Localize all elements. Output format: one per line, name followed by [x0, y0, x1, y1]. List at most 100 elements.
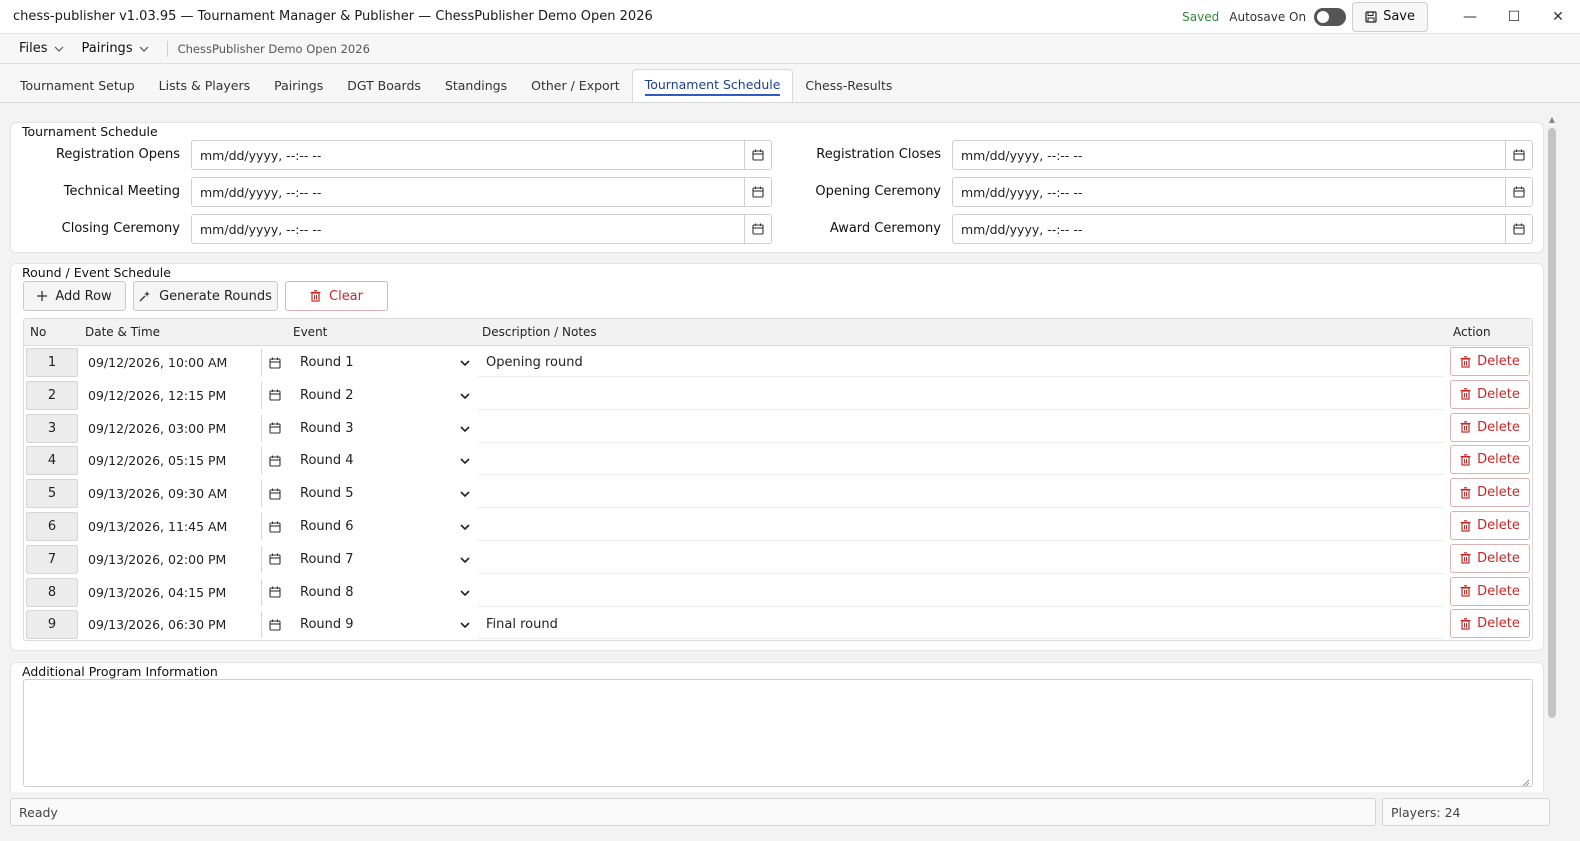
row-event-select[interactable]: Round 7: [290, 545, 476, 574]
tab-other-export[interactable]: Other / Export: [519, 69, 632, 102]
row-event-select[interactable]: Round 1: [290, 348, 476, 377]
save-icon: [1365, 10, 1377, 23]
row-datetime-input[interactable]: 09/13/2026, 06:30 PM: [80, 610, 288, 639]
row-description-input[interactable]: Opening round: [478, 348, 1444, 377]
calendar-icon[interactable]: [261, 545, 288, 573]
row-description-input[interactable]: [478, 578, 1444, 607]
save-button[interactable]: Save: [1352, 1, 1428, 32]
generate-rounds-button[interactable]: Generate Rounds: [133, 281, 278, 311]
row-datetime-value: 09/13/2026, 02:00 PM: [88, 551, 227, 567]
calendar-icon[interactable]: [261, 414, 288, 442]
row-datetime-input[interactable]: 09/12/2026, 03:00 PM: [80, 414, 288, 443]
clear-button[interactable]: Clear: [285, 281, 388, 311]
tab-chess-results[interactable]: Chess-Results: [793, 69, 904, 102]
row-description-input[interactable]: [478, 545, 1444, 574]
registration-opens-label: Registration Opens: [55, 147, 180, 162]
calendar-icon[interactable]: [1505, 141, 1532, 169]
calendar-icon[interactable]: [261, 611, 288, 639]
row-event-select[interactable]: Round 8: [290, 578, 476, 607]
row-event-select[interactable]: Round 9: [290, 610, 476, 639]
row-event-select[interactable]: Round 2: [290, 381, 476, 410]
row-datetime-input[interactable]: 09/12/2026, 05:15 PM: [80, 446, 288, 475]
additional-info-textarea[interactable]: [23, 679, 1533, 787]
row-datetime-input[interactable]: 09/13/2026, 09:30 AM: [80, 479, 288, 508]
row-event-select[interactable]: Round 6: [290, 512, 476, 541]
calendar-icon[interactable]: [744, 178, 771, 206]
vertical-scrollbar[interactable]: ▲: [1546, 114, 1558, 792]
trash-icon: [1460, 585, 1471, 597]
row-datetime-input[interactable]: 09/13/2026, 11:45 AM: [80, 512, 288, 541]
opening-ceremony-input[interactable]: mm/dd/yyyy, --:-- --: [952, 177, 1533, 207]
closing-ceremony-input[interactable]: mm/dd/yyyy, --:-- --: [191, 214, 772, 244]
row-description-input[interactable]: Final round: [478, 610, 1444, 640]
add-row-button[interactable]: Add Row: [23, 281, 126, 311]
resize-grip-icon[interactable]: [1522, 776, 1530, 787]
tab-pairings[interactable]: Pairings: [262, 69, 335, 102]
delete-button[interactable]: Delete: [1450, 576, 1530, 606]
row-datetime-input[interactable]: 09/12/2026, 12:15 PM: [80, 381, 288, 410]
delete-button[interactable]: Delete: [1450, 511, 1530, 540]
row-number: 6: [26, 512, 78, 541]
calendar-icon[interactable]: [1505, 178, 1532, 206]
row-description-input[interactable]: [478, 479, 1444, 509]
row-event-select[interactable]: Round 5: [290, 479, 476, 508]
technical-meeting-value: mm/dd/yyyy, --:-- --: [200, 184, 322, 200]
row-description-input[interactable]: [478, 446, 1444, 476]
scrollbar-thumb[interactable]: [1548, 128, 1556, 718]
award-ceremony-input[interactable]: mm/dd/yyyy, --:-- --: [952, 214, 1533, 244]
row-description-input[interactable]: [478, 381, 1444, 410]
column-header-event: Event: [293, 325, 328, 339]
delete-button[interactable]: Delete: [1450, 379, 1530, 409]
delete-button[interactable]: Delete: [1450, 412, 1530, 442]
row-datetime-input[interactable]: 09/13/2026, 04:15 PM: [80, 578, 288, 607]
title-bar: chess-publisher v1.03.95 — Tournament Ma…: [0, 0, 1580, 34]
delete-label: Delete: [1477, 550, 1520, 566]
calendar-icon[interactable]: [261, 447, 288, 475]
row-event-value: Round 6: [300, 519, 354, 534]
award-ceremony-label: Award Ceremony: [829, 221, 941, 236]
row-event-select[interactable]: Round 4: [290, 446, 476, 475]
calendar-icon[interactable]: [261, 480, 288, 508]
tab-dgt-boards[interactable]: DGT Boards: [335, 69, 433, 102]
scroll-up-icon[interactable]: ▲: [1546, 114, 1558, 126]
calendar-icon[interactable]: [744, 141, 771, 169]
row-event-value: Round 7: [300, 551, 354, 567]
registration-closes-input[interactable]: mm/dd/yyyy, --:-- --: [952, 140, 1533, 170]
tab-lists-players[interactable]: Lists & Players: [147, 69, 262, 102]
calendar-icon[interactable]: [744, 215, 771, 243]
row-description-input[interactable]: [478, 414, 1444, 443]
tab-label: Standings: [444, 78, 508, 93]
row-description-input[interactable]: [478, 512, 1444, 541]
files-menu[interactable]: Files: [0, 41, 76, 56]
tab-tournament-setup[interactable]: Tournament Setup: [8, 69, 147, 102]
calendar-icon[interactable]: [1505, 215, 1532, 243]
tab-standings[interactable]: Standings: [433, 69, 519, 102]
delete-label: Delete: [1477, 419, 1520, 435]
delete-button[interactable]: Delete: [1450, 445, 1530, 475]
players-count: Players: 24: [1382, 798, 1550, 826]
registration-opens-input[interactable]: mm/dd/yyyy, --:-- --: [191, 140, 772, 170]
chevron-down-icon: [460, 519, 470, 534]
pairings-menu[interactable]: Pairings: [76, 41, 161, 56]
calendar-icon[interactable]: [261, 513, 288, 540]
autosave-toggle[interactable]: [1314, 7, 1347, 26]
maximize-button[interactable]: ☐: [1492, 0, 1536, 34]
table-row: 4 09/12/2026, 05:15 PM Round 4 Delete: [24, 444, 1532, 477]
files-menu-label: Files: [19, 41, 48, 56]
close-button[interactable]: ✕: [1536, 0, 1580, 34]
minimize-button[interactable]: —: [1448, 0, 1492, 34]
tab-label: Other / Export: [531, 78, 620, 93]
row-datetime-input[interactable]: 09/12/2026, 10:00 AM: [80, 348, 288, 377]
technical-meeting-input[interactable]: mm/dd/yyyy, --:-- --: [191, 177, 772, 207]
calendar-icon[interactable]: [261, 381, 288, 409]
delete-button[interactable]: Delete: [1450, 609, 1530, 639]
row-datetime-input[interactable]: 09/13/2026, 02:00 PM: [80, 545, 288, 574]
calendar-icon[interactable]: [261, 349, 288, 376]
delete-button[interactable]: Delete: [1450, 347, 1530, 376]
row-event-select[interactable]: Round 3: [290, 414, 476, 443]
delete-button[interactable]: Delete: [1450, 478, 1530, 508]
calendar-icon[interactable]: [261, 578, 288, 606]
tab-tournament-schedule[interactable]: Tournament Schedule: [631, 69, 794, 102]
status-message: Ready: [10, 798, 1376, 826]
delete-button[interactable]: Delete: [1450, 543, 1530, 573]
